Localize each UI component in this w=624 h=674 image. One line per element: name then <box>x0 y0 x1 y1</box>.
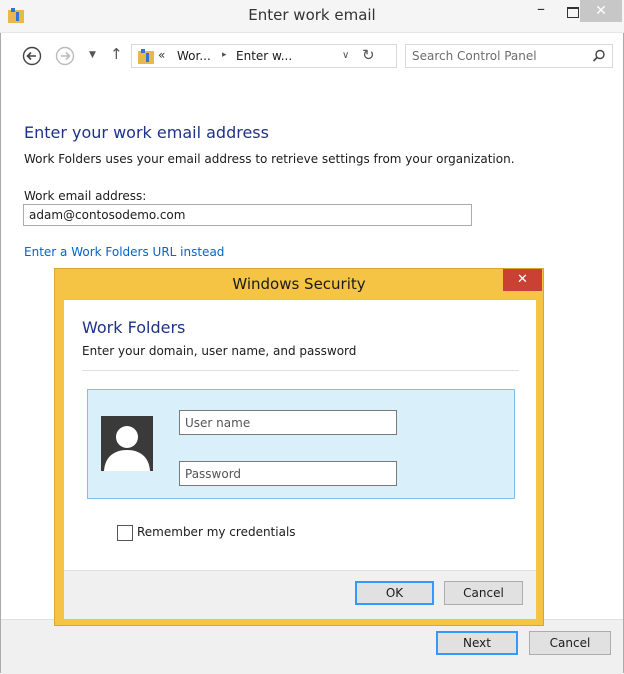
address-dropdown-icon[interactable]: ∨ <box>342 50 349 61</box>
work-folders-url-link[interactable]: Enter a Work Folders URL instead <box>24 245 224 259</box>
recent-locations-chevron-icon[interactable]: ▼ <box>89 50 96 60</box>
breadcrumb-separator-icon[interactable]: ▸ <box>222 50 227 60</box>
password-field[interactable] <box>179 461 397 486</box>
maximize-icon <box>567 7 579 18</box>
up-arrow-icon[interactable]: ↑ <box>110 45 123 63</box>
forward-arrow-icon[interactable] <box>55 46 75 66</box>
page-description: Work Folders uses your email address to … <box>24 152 515 166</box>
overflow-chevron-icon[interactable]: « <box>158 48 165 62</box>
refresh-icon[interactable]: ↻ <box>362 46 375 64</box>
email-field[interactable] <box>23 204 472 226</box>
search-icon[interactable] <box>592 49 606 63</box>
breadcrumb-segment-enter-work-email[interactable]: Enter w... <box>236 49 292 63</box>
cancel-button[interactable]: Cancel <box>529 631 611 655</box>
dialog-heading: Work Folders <box>82 318 186 337</box>
remember-credentials-checkbox[interactable] <box>117 525 133 541</box>
search-box[interactable] <box>405 44 613 68</box>
user-avatar-icon <box>101 416 153 471</box>
address-bar[interactable]: « Wor... ▸ Enter w... ∨ ↻ <box>131 44 397 68</box>
dialog-cancel-button[interactable]: Cancel <box>444 581 523 605</box>
dialog-subheading: Enter your domain, user name, and passwo… <box>82 344 357 358</box>
divider <box>82 370 519 371</box>
control-panel-icon <box>138 49 154 64</box>
username-field[interactable] <box>179 410 397 435</box>
remember-credentials-label[interactable]: Remember my credentials <box>137 525 296 539</box>
dialog-close-button[interactable]: ✕ <box>503 269 542 291</box>
ok-button[interactable]: OK <box>355 581 434 605</box>
email-label: Work email address: <box>24 189 147 203</box>
next-button[interactable]: Next <box>436 631 518 655</box>
back-arrow-icon[interactable] <box>22 46 42 66</box>
close-button[interactable]: ✕ <box>580 0 622 22</box>
page-heading: Enter your work email address <box>24 123 269 142</box>
minimize-button[interactable]: – <box>527 1 555 22</box>
breadcrumb-segment-work-folders[interactable]: Wor... <box>177 49 211 63</box>
dialog-title: Windows Security <box>232 275 366 293</box>
search-input[interactable] <box>412 48 582 64</box>
